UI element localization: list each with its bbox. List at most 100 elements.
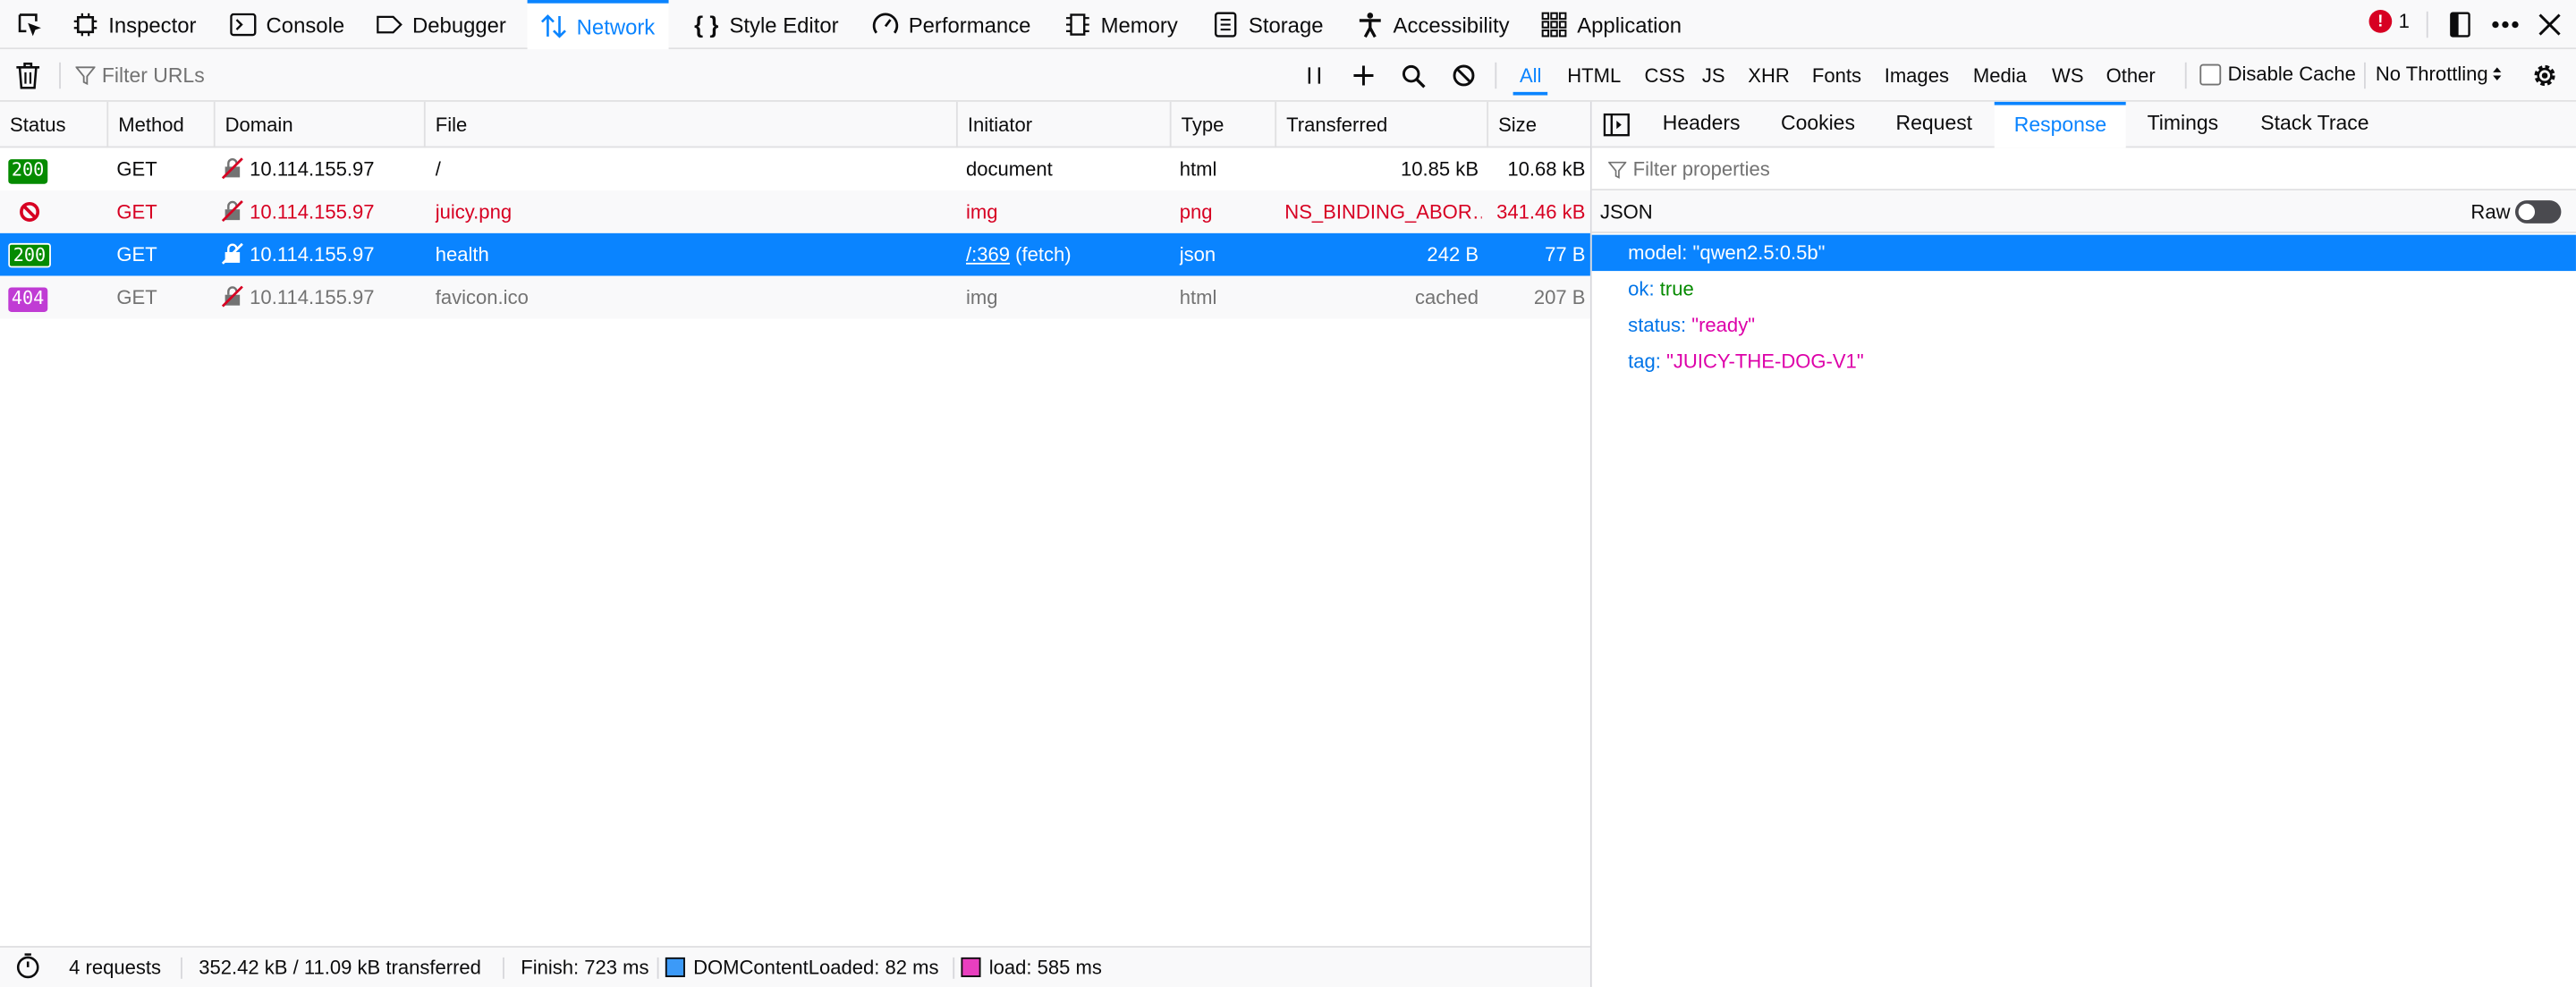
filter-type-xhr[interactable]: XHR <box>1741 59 1796 92</box>
filter-type-all[interactable]: All <box>1513 59 1549 96</box>
tab-cookies[interactable]: Cookies <box>1761 102 1875 148</box>
more-options-button[interactable] <box>2490 10 2520 39</box>
insecure-lock-icon <box>221 200 243 222</box>
transferred-cell: 242 B <box>1427 242 1479 266</box>
filter-type-html[interactable]: HTML <box>1561 59 1628 92</box>
dock-options-button[interactable] <box>2445 10 2474 39</box>
initiator-cell: img <box>965 285 998 309</box>
pause-icon <box>1308 67 1321 84</box>
type-cell: png <box>1179 200 1213 224</box>
tab-label: Network <box>576 13 656 39</box>
tab-accessibility[interactable]: Accessibility <box>1357 0 1510 49</box>
pause-recording-button[interactable] <box>1300 61 1329 90</box>
tab-performance[interactable]: Performance <box>872 0 1030 49</box>
requests-table: Status Method Domain File Initiator Type… <box>0 101 1590 946</box>
domain-text: 10.114.155.97 <box>250 200 375 224</box>
json-value: "JUICY-THE-DOG-V1" <box>1666 350 1864 373</box>
table-row[interactable]: GET 10.114.155.97 juicy.png img png NS_B… <box>0 190 1590 233</box>
filter-type-js[interactable]: JS <box>1695 59 1731 92</box>
table-header: Status Method Domain File Initiator Type… <box>0 101 1590 148</box>
filter-properties-input[interactable] <box>1632 154 2291 184</box>
filter-type-css[interactable]: CSS <box>1638 59 1691 92</box>
tab-label: Memory <box>1100 12 1178 38</box>
tab-inspector[interactable]: Inspector <box>72 0 197 49</box>
transferred-summary: 352.42 kB / 11.09 kB transferred <box>199 956 481 979</box>
file-cell: favicon.ico <box>435 285 529 309</box>
column-header-file[interactable]: File <box>423 101 956 148</box>
clear-requests-button[interactable] <box>15 61 45 90</box>
type-cell: json <box>1179 242 1216 266</box>
json-key: model: <box>1628 241 1688 265</box>
properties-filter-bar <box>1591 148 2576 191</box>
filter-urls-input[interactable] <box>101 60 1252 91</box>
table-row[interactable]: 404 GET 10.114.155.97 favicon.ico img ht… <box>0 275 1590 319</box>
tab-label: Style Editor <box>729 12 839 38</box>
column-header-status[interactable]: Status <box>0 102 106 148</box>
search-button[interactable] <box>1398 61 1428 90</box>
tab-storage[interactable]: Storage <box>1212 0 1324 49</box>
tab-application[interactable]: Application <box>1541 0 1682 49</box>
initiator-cell: img <box>965 200 998 224</box>
tab-network[interactable]: Network <box>527 0 668 50</box>
performance-icon <box>872 12 899 38</box>
initiator-cause: (fetch) <box>1010 242 1072 266</box>
tab-response[interactable]: Response <box>1994 101 2127 148</box>
json-key: status: <box>1628 313 1687 337</box>
column-header-method[interactable]: Method <box>106 101 213 148</box>
json-property-row[interactable]: model: "qwen2.5:0.5b" <box>1591 234 2576 272</box>
performance-analysis-button[interactable] <box>15 948 41 987</box>
column-header-type[interactable]: Type <box>1169 101 1275 148</box>
filter-type-ws[interactable]: WS <box>2046 59 2090 92</box>
domain-cell: 10.114.155.97 <box>221 233 419 276</box>
error-count-badge[interactable]: ! 1 <box>2368 10 2410 33</box>
plus-icon <box>1353 65 1374 86</box>
initiator-link[interactable]: /:369 <box>966 243 1010 266</box>
separator <box>2364 62 2366 89</box>
filter-type-fonts[interactable]: Fonts <box>1806 59 1868 92</box>
tab-request[interactable]: Request <box>1877 102 1993 148</box>
column-header-size[interactable]: Size <box>1487 101 1590 148</box>
filter-type-other[interactable]: Other <box>2099 59 2162 92</box>
domain-text: 10.114.155.97 <box>250 157 375 181</box>
json-property-row[interactable]: ok: true <box>1592 271 2576 307</box>
status-badge: 200 <box>8 159 48 184</box>
filter-type-media[interactable]: Media <box>1967 59 2034 92</box>
element-picker-button[interactable] <box>8 0 51 49</box>
column-header-transferred[interactable]: Transferred <box>1275 101 1487 148</box>
dom-content-loaded-text: DOMContentLoaded: 82 ms <box>693 956 939 979</box>
filter-icon <box>75 66 96 86</box>
raw-toggle[interactable] <box>2514 200 2562 224</box>
tab-label: Application <box>1577 12 1682 38</box>
tab-console[interactable]: Console <box>230 0 344 49</box>
tab-stack-trace[interactable]: Stack Trace <box>2241 102 2388 148</box>
tab-headers[interactable]: Headers <box>1643 102 1760 148</box>
tab-timings[interactable]: Timings <box>2128 102 2239 148</box>
table-row[interactable]: 200 GET 10.114.155.97 / document html 10… <box>0 148 1590 190</box>
network-settings-button[interactable] <box>2530 61 2560 90</box>
separator <box>2184 62 2187 89</box>
tab-label: Accessibility <box>1393 12 1510 38</box>
json-property-row[interactable]: tag: "JUICY-THE-DOG-V1" <box>1592 343 2576 379</box>
separator <box>657 957 659 979</box>
tab-memory[interactable]: Memory <box>1064 0 1178 49</box>
separator <box>1495 62 1497 89</box>
throttling-select[interactable]: No Throttling <box>2376 63 2503 86</box>
stopwatch-icon <box>16 953 39 979</box>
filter-type-images[interactable]: Images <box>1877 59 1955 92</box>
toggle-sidebar-button[interactable] <box>1603 113 1630 137</box>
table-row-selected[interactable]: 200 GET 10.114.155.97 health /:369 (fetc… <box>0 232 1590 276</box>
column-header-initiator[interactable]: Initiator <box>955 101 1170 148</box>
close-devtools-button[interactable] <box>2535 10 2564 39</box>
disable-cache-checkbox[interactable]: Disable Cache <box>2199 63 2356 86</box>
new-request-button[interactable] <box>1349 61 1378 90</box>
separator <box>59 62 61 89</box>
tab-debugger[interactable]: Debugger <box>377 0 506 49</box>
json-property-row[interactable]: status: "ready" <box>1592 308 2576 343</box>
method-cell: GET <box>116 200 157 224</box>
block-requests-button[interactable] <box>1449 61 1479 90</box>
tab-style-editor[interactable]: { } Style Editor <box>693 0 839 49</box>
dom-content-loaded: DOMContentLoaded: 82 ms <box>665 948 939 987</box>
column-header-domain[interactable]: Domain <box>213 101 424 148</box>
size-cell: 10.68 kB <box>1507 157 1586 181</box>
devtools-window: Inspector Console Debugger Network { } S… <box>0 0 2576 987</box>
